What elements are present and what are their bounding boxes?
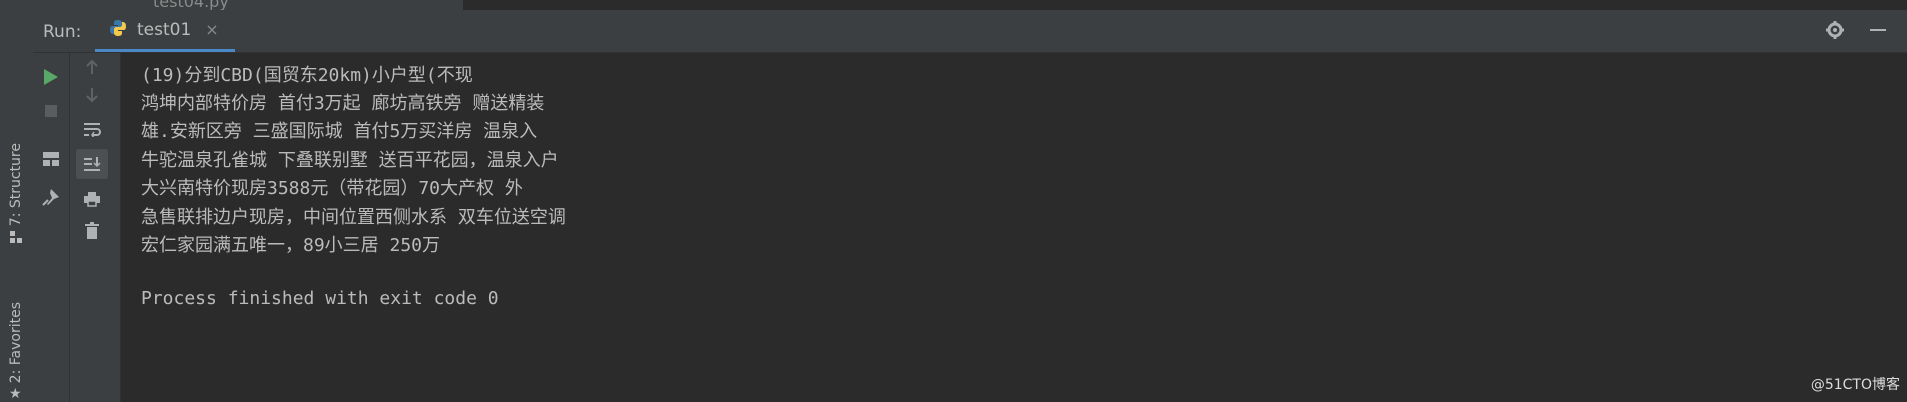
console-line: 宏仁家园满五唯一，89小三居 250万	[141, 235, 441, 256]
structure-tab-label: 7: Structure	[8, 143, 24, 227]
stop-icon	[45, 105, 57, 117]
layout-button[interactable]	[37, 145, 65, 173]
structure-tool-tab[interactable]: 7: Structure	[4, 130, 28, 240]
play-icon	[44, 69, 58, 85]
clear-all-button[interactable]	[78, 217, 106, 245]
console-toolbar	[70, 53, 120, 402]
print-button[interactable]	[78, 185, 106, 213]
favorites-tool-tab[interactable]: 2: Favorites	[4, 295, 28, 390]
stop-button[interactable]	[37, 97, 65, 125]
console-line: 鸿坤内部特价房 首付3万起 廊坊高铁旁 赠送精装	[141, 93, 545, 114]
python-icon	[109, 19, 127, 41]
arrow-up-icon	[86, 59, 98, 74]
trash-icon	[85, 222, 99, 239]
console-line: 雄.安新区旁 三盛国际城 首付5万买洋房 温泉入	[141, 121, 538, 142]
console-line: 急售联排边户现房，中间位置西侧水系 双车位送空调	[141, 207, 566, 228]
print-icon	[84, 192, 100, 207]
next-occurrence-button[interactable]	[78, 81, 106, 109]
run-label: Run:	[43, 22, 82, 42]
soft-wrap-icon	[84, 123, 101, 137]
editor-tab-strip: test04.py	[33, 0, 1907, 10]
console-exit-message: Process finished with exit code 0	[141, 288, 499, 309]
run-toolbar	[33, 53, 70, 402]
scroll-to-end-button[interactable]	[76, 149, 108, 179]
previous-occurrence-button[interactable]	[78, 53, 106, 81]
soft-wrap-button[interactable]	[78, 115, 106, 143]
gear-icon[interactable]	[1825, 20, 1845, 43]
pin-icon	[42, 189, 59, 206]
scroll-to-end-icon	[84, 157, 101, 171]
minimize-icon[interactable]	[1869, 20, 1887, 43]
run-tab-label: test01	[137, 19, 192, 40]
console-line: 大兴南特价现房3588元（带花园）70大产权 外	[141, 178, 523, 199]
close-icon[interactable]: ×	[205, 20, 218, 39]
star-icon: ★	[9, 386, 22, 402]
left-tool-strip: 7: Structure 2: Favorites ★	[0, 0, 34, 402]
editor-file-tab[interactable]: test04.py	[153, 0, 229, 10]
arrow-down-icon	[86, 88, 98, 103]
console-line: (19)分到CBD(国贸东20km)小户型(不现	[141, 65, 473, 86]
pin-tab-button[interactable]	[37, 183, 65, 211]
structure-icon	[10, 228, 22, 247]
console-output[interactable]: (19)分到CBD(国贸东20km)小户型(不现 鸿坤内部特价房 首付3万起 廊…	[120, 53, 1907, 402]
rerun-button[interactable]	[37, 63, 65, 91]
favorites-tab-label: 2: Favorites	[8, 301, 24, 384]
layout-icon	[43, 152, 59, 166]
run-tab-test01[interactable]: test01 ×	[95, 10, 235, 52]
watermark: @51CTO博客	[1810, 377, 1900, 393]
console-line: 牛驼温泉孔雀城 下叠联别墅 送百平花园，温泉入户	[141, 150, 559, 171]
editor-area-edge	[463, 0, 1907, 10]
run-panel-header: Run: test01 ×	[33, 10, 1907, 53]
